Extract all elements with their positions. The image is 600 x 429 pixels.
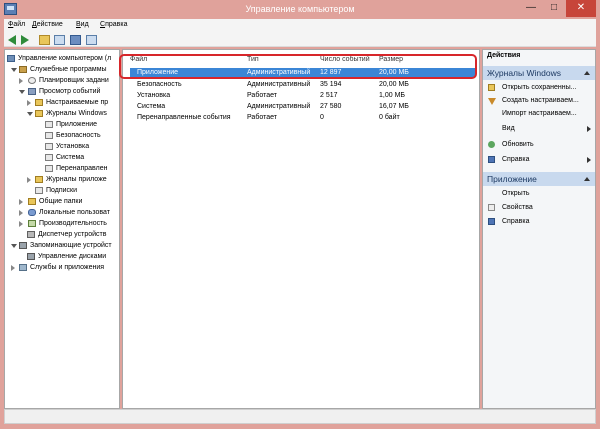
selection-highlight-box	[119, 54, 477, 79]
expand-arrow-icon[interactable]	[11, 68, 17, 72]
collapsed-arrow-icon[interactable]	[11, 265, 15, 271]
section-header-windows-logs[interactable]: Журналы Windows	[483, 66, 595, 80]
collapsed-arrow-icon[interactable]	[27, 177, 31, 183]
log-list-pane: Файл Тип Число событий Размер Приложение…	[122, 49, 480, 409]
collapse-arrow-icon[interactable]	[584, 71, 590, 75]
submenu-arrow-icon	[587, 126, 591, 132]
action-view[interactable]: Вид	[483, 123, 595, 135]
table-row[interactable]: Установка Работает 2 517 1,00 МБ	[130, 91, 475, 101]
menu-help[interactable]: Справка	[100, 21, 127, 28]
shared-folder-icon	[28, 198, 36, 205]
main-window: Управление компьютером — □ ✕ Файл Действ…	[0, 0, 600, 429]
actions-title: Действия	[483, 50, 595, 61]
action-create-custom-view[interactable]: Создать настраиваем...	[483, 95, 595, 107]
menu-view[interactable]: Вид	[76, 21, 89, 28]
forward-arrow-icon[interactable]	[21, 35, 32, 45]
storage-icon	[19, 242, 27, 249]
table-row[interactable]: Перенаправленные события Работает 0 0 ба…	[130, 113, 475, 123]
help-icon	[488, 156, 495, 163]
action-pane-icon[interactable]	[86, 35, 97, 45]
expand-arrow-icon[interactable]	[11, 244, 17, 248]
horizontal-scrollbar[interactable]	[4, 409, 596, 424]
expand-arrow-icon[interactable]	[19, 90, 25, 94]
filter-icon	[488, 98, 496, 105]
close-button[interactable]: ✕	[566, 0, 596, 17]
menu-action[interactable]: Действие	[32, 21, 63, 28]
services-icon	[19, 264, 27, 271]
back-arrow-icon[interactable]	[8, 35, 19, 45]
help-icon[interactable]	[70, 35, 81, 45]
log-icon	[35, 187, 43, 194]
collapsed-arrow-icon[interactable]	[19, 210, 23, 216]
log-icon	[45, 165, 53, 172]
toolbar	[4, 33, 596, 47]
collapse-arrow-icon[interactable]	[584, 177, 590, 181]
tools-icon	[19, 66, 27, 73]
log-icon	[45, 143, 53, 150]
folder-up-icon[interactable]	[39, 35, 50, 45]
title-bar[interactable]: Управление компьютером — □ ✕	[0, 0, 600, 19]
action-help-application[interactable]: Справка	[483, 216, 595, 228]
collapsed-arrow-icon[interactable]	[19, 78, 23, 84]
performance-icon	[28, 220, 36, 227]
users-icon	[28, 209, 36, 216]
expand-arrow-icon[interactable]	[27, 112, 33, 116]
device-manager-icon	[27, 231, 35, 238]
action-open-saved-log[interactable]: Открыть сохраненны...	[483, 82, 595, 94]
log-icon	[45, 121, 53, 128]
maximize-button[interactable]: □	[543, 0, 565, 17]
log-icon	[45, 154, 53, 161]
action-properties[interactable]: Свойства	[483, 202, 595, 214]
action-open[interactable]: Открыть	[483, 188, 595, 200]
actions-pane: Действия Журналы Windows Открыть сохране…	[482, 49, 596, 409]
disk-icon	[27, 253, 35, 260]
folder-icon	[35, 99, 43, 106]
computer-icon	[7, 55, 15, 62]
table-row[interactable]: Безопасность Административный 35 194 20,…	[130, 80, 475, 90]
navigation-tree[interactable]: Управление компьютером (л Служебные прог…	[4, 49, 120, 409]
folder-icon	[35, 176, 43, 183]
event-viewer-icon	[28, 88, 36, 95]
submenu-arrow-icon	[587, 157, 591, 163]
window-title: Управление компьютером	[245, 4, 355, 14]
help-icon	[488, 218, 495, 225]
table-row[interactable]: Система Административный 27 580 16,07 МБ	[130, 102, 475, 112]
action-import-custom-view[interactable]: Импорт настраиваем...	[483, 108, 595, 120]
action-help[interactable]: Справка	[483, 154, 595, 166]
clock-icon	[28, 77, 36, 84]
menu-bar: Файл Действие Вид Справка	[4, 19, 596, 33]
log-icon	[45, 132, 53, 139]
collapsed-arrow-icon[interactable]	[27, 100, 31, 106]
refresh-icon	[488, 141, 495, 148]
section-header-application[interactable]: Приложение	[483, 172, 595, 186]
minimize-button[interactable]: —	[520, 0, 542, 17]
show-hide-tree-icon[interactable]	[54, 35, 65, 45]
folder-icon	[35, 110, 43, 117]
action-refresh[interactable]: Обновить	[483, 139, 595, 151]
properties-icon	[488, 204, 495, 211]
collapsed-arrow-icon[interactable]	[19, 221, 23, 227]
menu-file[interactable]: Файл	[8, 21, 25, 28]
open-saved-log-icon	[488, 84, 495, 91]
collapsed-arrow-icon[interactable]	[19, 199, 23, 205]
